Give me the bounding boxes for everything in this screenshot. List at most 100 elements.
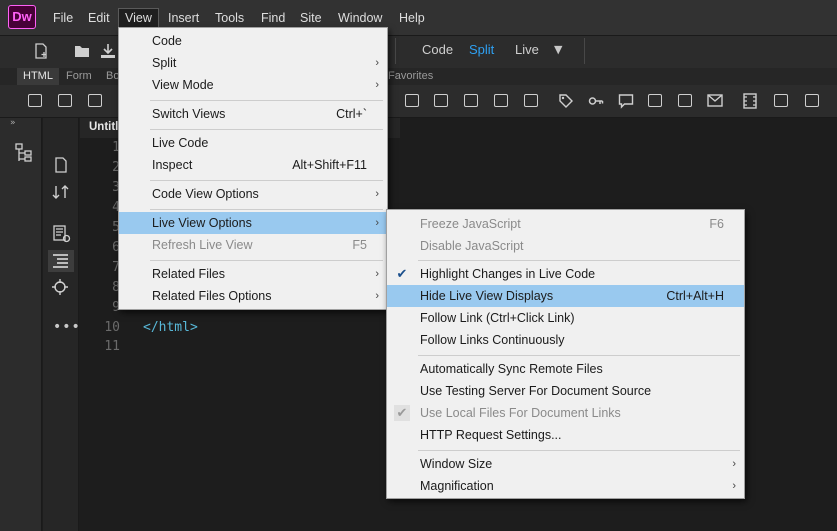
line-number: 4: [112, 200, 120, 215]
line-number: 5: [112, 220, 120, 235]
view-menu-view-mode[interactable]: View Mode ›: [119, 74, 387, 96]
aside-insert-icon[interactable]: [494, 94, 508, 107]
figure-insert-icon[interactable]: [678, 94, 692, 107]
view-menu-code-view-options[interactable]: Code View Options ›: [119, 183, 387, 205]
submenu-freeze-javascript[interactable]: Freeze JavaScript F6: [387, 213, 744, 235]
menu-separator: [418, 260, 740, 261]
menu-separator: [150, 209, 383, 210]
view-menu-live-view-options[interactable]: Live View Options ›: [119, 212, 387, 234]
line-number: 2: [112, 160, 120, 175]
tab-html[interactable]: HTML: [17, 68, 59, 85]
live-view-button[interactable]: Live: [515, 42, 539, 57]
email-icon[interactable]: [707, 94, 723, 111]
submenu-hide-live-view-displays[interactable]: Hide Live View Displays Ctrl+Alt+H: [387, 285, 744, 307]
dom-tree-icon[interactable]: [15, 143, 33, 167]
menu-separator: [418, 355, 740, 356]
menu-find[interactable]: Find: [261, 8, 285, 28]
view-menu-split[interactable]: Split ›: [119, 52, 387, 74]
tab-form[interactable]: Form: [60, 68, 98, 85]
chevron-right-icon: ›: [375, 79, 379, 91]
sort-icon[interactable]: [52, 184, 70, 204]
view-menu-inspect[interactable]: Inspect Alt+Shift+F11: [119, 154, 387, 176]
menu-separator: [150, 260, 383, 261]
line-number: 7: [112, 260, 120, 275]
submenu-follow-link[interactable]: Follow Link (Ctrl+Click Link): [387, 307, 744, 329]
media-insert-icon[interactable]: [648, 94, 662, 107]
menu-file[interactable]: File: [53, 8, 73, 28]
live-view-options-submenu: Freeze JavaScript F6 Disable JavaScript ✔…: [386, 209, 745, 499]
header-insert-icon[interactable]: [405, 94, 419, 107]
flash-insert-icon[interactable]: [805, 94, 819, 107]
submenu-auto-sync-remote[interactable]: Automatically Sync Remote Files: [387, 358, 744, 380]
tab-favorites[interactable]: Favorites: [382, 68, 439, 85]
submenu-use-local-files[interactable]: ✔ Use Local Files For Document Links: [387, 402, 744, 424]
menu-tools[interactable]: Tools: [215, 8, 244, 28]
menu-help[interactable]: Help: [399, 8, 425, 28]
live-view-dropdown-icon[interactable]: ▼: [554, 43, 562, 56]
footer-insert-icon[interactable]: [524, 94, 538, 107]
submenu-disable-javascript[interactable]: Disable JavaScript: [387, 235, 744, 257]
view-menu-refresh-live-view[interactable]: Refresh Live View F5: [119, 234, 387, 256]
line-number: 6: [112, 240, 120, 255]
new-file-icon[interactable]: [33, 43, 49, 63]
menu-window[interactable]: Window: [338, 8, 382, 28]
main-insert-icon[interactable]: [464, 94, 478, 107]
more-options-icon[interactable]: •••: [53, 319, 81, 335]
menu-site[interactable]: Site: [300, 8, 322, 28]
navigation-insert-icon[interactable]: [434, 94, 448, 107]
view-menu-switch-views[interactable]: Switch Views Ctrl+`: [119, 103, 387, 125]
chevron-right-icon: ›: [375, 268, 379, 280]
paragraph-insert-icon[interactable]: [88, 94, 102, 107]
menu-separator: [150, 129, 383, 130]
menu-insert[interactable]: Insert: [168, 8, 199, 28]
div-insert-icon[interactable]: [28, 94, 42, 107]
chevron-right-icon: ›: [375, 57, 379, 69]
submenu-highlight-changes[interactable]: ✔ Highlight Changes in Live Code: [387, 263, 744, 285]
chevron-right-icon: ›: [375, 217, 379, 229]
dreamweaver-logo: Dw: [8, 5, 36, 29]
animate-insert-icon[interactable]: [774, 94, 788, 107]
code-line-10[interactable]: </html>: [143, 320, 198, 335]
menu-edit[interactable]: Edit: [88, 8, 110, 28]
line-number: 9: [112, 300, 120, 315]
key-icon[interactable]: [588, 93, 604, 113]
line-number: 8: [112, 280, 120, 295]
line-number: 1: [112, 140, 120, 155]
submenu-http-request-settings[interactable]: HTTP Request Settings...: [387, 424, 744, 446]
menu-view[interactable]: View: [118, 8, 159, 28]
line-number: 10: [104, 320, 120, 335]
chevron-right-icon: ›: [375, 290, 379, 302]
line-number: 3: [112, 180, 120, 195]
chevron-right-icon: ›: [732, 458, 736, 470]
crosshair-icon[interactable]: [52, 279, 68, 299]
view-menu-live-code[interactable]: Live Code: [119, 132, 387, 154]
image-insert-icon[interactable]: [58, 94, 72, 107]
toolbar-separator: [395, 38, 396, 64]
collapse-panel-icon[interactable]: »: [10, 118, 16, 128]
download-icon[interactable]: [100, 43, 116, 63]
submenu-follow-links-continuously[interactable]: Follow Links Continuously: [387, 329, 744, 351]
open-folder-icon[interactable]: [74, 44, 90, 62]
indent-icon[interactable]: [52, 253, 70, 273]
checkmark-icon: ✔: [396, 266, 408, 281]
format-source-icon[interactable]: [53, 225, 71, 247]
submenu-testing-server[interactable]: Use Testing Server For Document Source: [387, 380, 744, 402]
split-view-button[interactable]: Split: [469, 42, 494, 57]
menu-separator: [418, 450, 740, 451]
checkmark-icon: ✔: [394, 405, 410, 421]
view-menu-dropdown: Code Split › View Mode › Switch Views Ctrl+…: [118, 27, 388, 310]
submenu-magnification[interactable]: Magnification ›: [387, 475, 744, 497]
chevron-right-icon: ›: [732, 480, 736, 492]
tag-icon[interactable]: [558, 93, 574, 113]
view-menu-related-files-options[interactable]: Related Files Options ›: [119, 285, 387, 307]
submenu-window-size[interactable]: Window Size ›: [387, 453, 744, 475]
menu-separator: [150, 180, 383, 181]
video-icon[interactable]: [743, 93, 757, 113]
view-menu-related-files[interactable]: Related Files ›: [119, 263, 387, 285]
view-menu-code[interactable]: Code: [119, 30, 387, 52]
code-view-button[interactable]: Code: [422, 42, 453, 57]
chevron-right-icon: ›: [375, 188, 379, 200]
comment-icon[interactable]: [618, 93, 634, 113]
open-documents-icon[interactable]: [53, 157, 69, 177]
menu-separator: [150, 100, 383, 101]
